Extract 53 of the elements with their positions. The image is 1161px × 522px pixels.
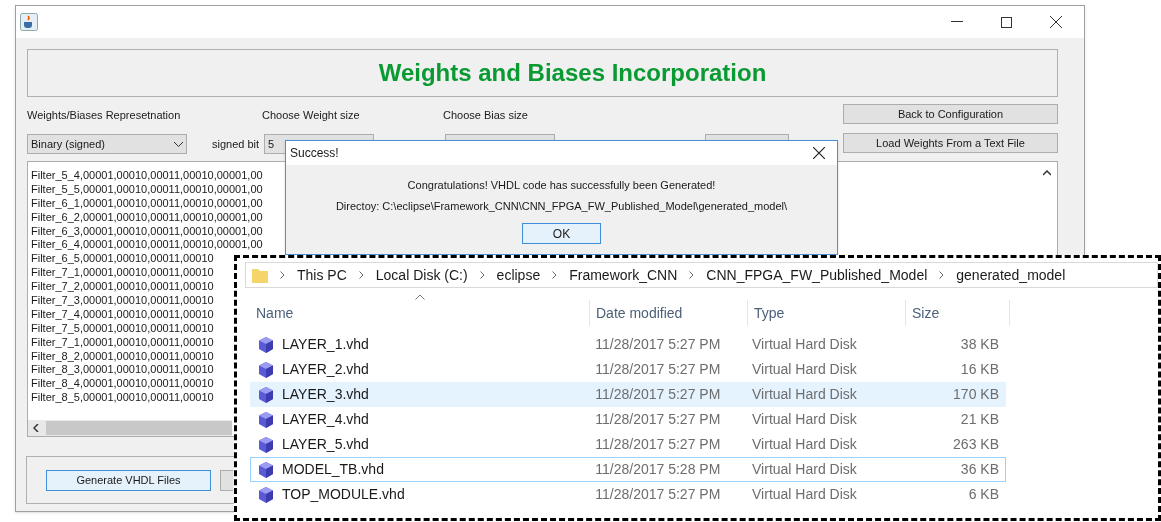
file-type: Virtual Hard Disk (751, 460, 858, 479)
field-label: Weights/Biases Represetnation (27, 107, 182, 123)
file-date: 11/28/2017 5:27 PM (594, 360, 722, 379)
field-label: signed bit (212, 136, 260, 152)
heading: Weights and Biases Incorporation (377, 58, 767, 88)
file-size: 263 KB (952, 435, 1000, 454)
file-name: LAYER_1.vhd (282, 335, 369, 354)
text-line: Filter_7_3,00001,00010,00011,00010 (31, 293, 214, 307)
file-date: 11/28/2017 5:27 PM (594, 385, 722, 404)
text-line: Filter_6_4,00001,00010,00011,00010,00001,00 (31, 237, 263, 252)
file-size: 16 KB (959, 360, 1000, 379)
file-date: 11/28/2017 5:27 PM (594, 410, 722, 429)
file-name: LAYER_2.vhd (282, 360, 369, 379)
text-line: Filter_7_2,00001,00010,00011,00010 (31, 279, 214, 293)
file-name: LAYER_5.vhd (282, 435, 369, 454)
dialog-message: Congratulations! VHDL code has successfully been Generated! (407, 178, 716, 193)
file-name: LAYER_4.vhd (282, 410, 369, 429)
file-type: Virtual Hard Disk (751, 435, 858, 454)
file-size: 6 KB (967, 485, 1000, 504)
file-date: 11/28/2017 5:27 PM (594, 435, 722, 454)
text-line: Filter_6_2,00001,00010,00011,00010,00001,00 (31, 209, 263, 224)
file-name: LAYER_3.vhd (282, 385, 369, 404)
file-date: 11/28/2017 5:28 PM (594, 460, 722, 479)
text-line: Filter_7_4,00001,00010,00011,00010 (31, 306, 214, 321)
field-label: Choose Weight size (262, 107, 361, 123)
file-type: Virtual Hard Disk (751, 360, 858, 379)
text-line: Filter_7_5,00001,00010,00011,00010 (31, 320, 214, 335)
text-line: Filter_8_3,00001,00010,00011,00010 (31, 362, 214, 377)
dialog-title: Success! (290, 145, 339, 162)
file-type: Virtual Hard Disk (751, 485, 858, 504)
file-date: 11/28/2017 5:27 PM (594, 485, 722, 504)
text-line: Filter_8_2,00001,00010,00011,00010 (31, 348, 214, 363)
text-line: Filter_7_1,00001,00010,00011,00010 (31, 265, 214, 280)
file-name: TOP_MODULE.vhd (282, 485, 405, 504)
text-line: Filter_6_5,00001,00010,00011,00010 (31, 251, 214, 266)
file-size: 170 KB (952, 385, 1000, 404)
file-type: Virtual Hard Disk (751, 410, 858, 429)
text-line: Filter_8_4,00001,00010,00011,00010 (31, 376, 214, 391)
dialog-message: Directoy: C:\eclipse\Framework_CNN\CNN_FPGA_FW_Published_Model\generated_model\ (335, 198, 788, 214)
text-line: Filter_8_5,00001,00010,00011,00010 (31, 390, 214, 405)
file-size: 38 KB (959, 335, 1000, 354)
text-line: Filter_7_1,00001,00010,00011,00010 (31, 334, 214, 349)
file-size: 21 KB (959, 410, 1000, 429)
file-size: 36 KB (959, 460, 1000, 479)
file-date: 11/28/2017 5:27 PM (594, 335, 722, 354)
file-type: Virtual Hard Disk (751, 385, 858, 404)
text-line: Filter_5_5,00001,00010,00011,00010,00001,00 (31, 181, 263, 196)
field-label: Choose Bias size (443, 107, 529, 123)
file-name: MODEL_TB.vhd (282, 460, 384, 479)
text-line: Filter_6_3,00001,00010,00011,00010,00001,00 (31, 223, 263, 238)
text-line: Filter_5_4,00001,00010,00011,00010,00001,00 (31, 168, 263, 182)
file-type: Virtual Hard Disk (751, 335, 858, 354)
text-line: Filter_6_1,00001,00010,00011,00010,00001,00 (31, 195, 263, 210)
